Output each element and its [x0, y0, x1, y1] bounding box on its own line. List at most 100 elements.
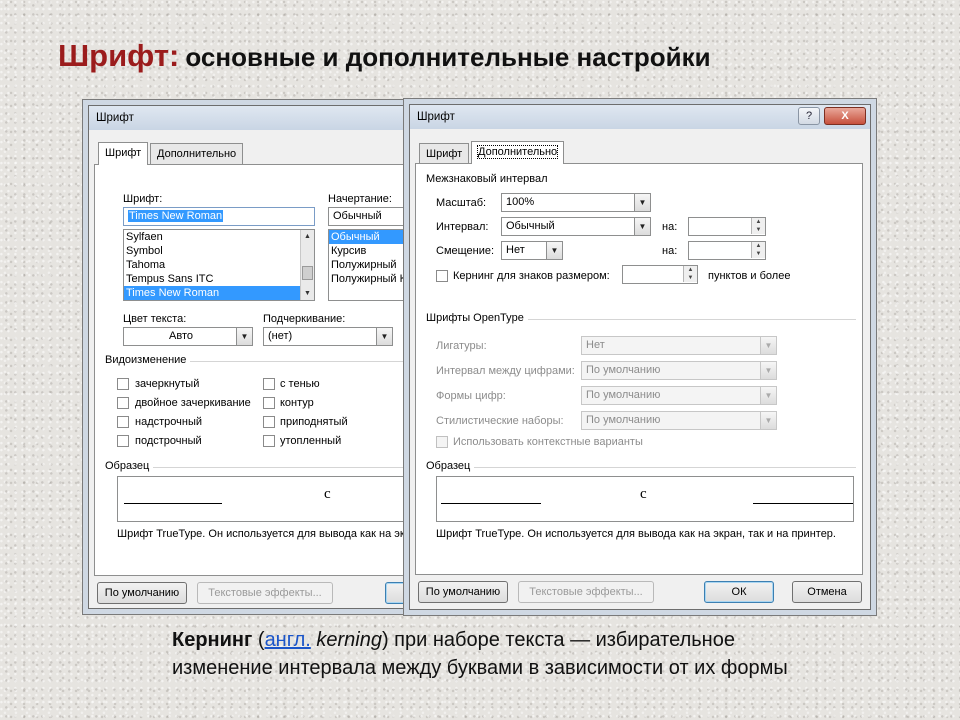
tab-font[interactable]: Шрифт: [98, 142, 149, 165]
shadow-label: с тенью: [280, 378, 320, 390]
superscript-checkbox[interactable]: [117, 416, 129, 428]
engrave-checkbox[interactable]: [263, 435, 275, 447]
underline-dropdown[interactable]: (нет) ▼: [263, 327, 393, 346]
style-list-item-selected[interactable]: Обычный: [329, 230, 417, 244]
slide-title-main: Шрифт:: [58, 38, 180, 73]
font-list-scrollbar[interactable]: ▲ ▼: [300, 230, 314, 300]
font-listbox[interactable]: Sylfaen Symbol Tahoma Tempus Sans ITC Ti…: [123, 229, 315, 301]
font-list-item[interactable]: Tahoma: [124, 258, 314, 272]
kerning-suffix-label: пунктов и более: [708, 270, 791, 282]
sample-preview: c: [117, 476, 417, 522]
outline-label: контур: [280, 397, 314, 409]
set-default-button[interactable]: По умолчанию: [97, 582, 187, 604]
spin-up-icon[interactable]: ▲: [683, 266, 697, 274]
kerning-label: Кернинг для знаков размером:: [453, 270, 610, 282]
close-button[interactable]: X: [824, 107, 866, 125]
paren-open: (: [252, 629, 265, 651]
double-strikethrough-label: двойное зачеркивание: [135, 397, 251, 409]
set-default-button[interactable]: По умолчанию: [418, 581, 508, 603]
style-listbox[interactable]: Обычный Курсив Полужирный Полужирный К: [328, 229, 417, 301]
text-effects-button[interactable]: Текстовые эффекты...: [197, 582, 333, 604]
interval-by-spinner[interactable]: ▲ ▼: [688, 217, 766, 236]
tab-advanced[interactable]: Дополнительно: [471, 141, 565, 164]
chevron-down-icon: ▼: [634, 194, 650, 211]
font-list-item[interactable]: Tempus Sans ITC: [124, 272, 314, 286]
spin-down-icon[interactable]: ▼: [751, 250, 765, 258]
emboss-label: приподнятый: [280, 416, 348, 428]
sample-section-label: Образец: [105, 460, 154, 472]
kerning-definition: Кернинг (англ. kerning) при наборе текст…: [172, 626, 788, 682]
scroll-up-icon[interactable]: ▲: [301, 230, 314, 243]
tab-advanced[interactable]: Дополнительно: [150, 143, 244, 164]
chevron-down-icon: ▼: [760, 362, 776, 379]
offset-by-label: на:: [662, 245, 678, 257]
sample-note: Шрифт TrueType. Он используется для выво…: [117, 528, 411, 540]
shadow-checkbox[interactable]: [263, 378, 275, 390]
number-spacing-dropdown[interactable]: По умолчанию ▼: [581, 361, 777, 380]
language-link[interactable]: англ.: [265, 629, 311, 651]
offset-by-spinner[interactable]: ▲ ▼: [688, 241, 766, 260]
kerning-size-spinner[interactable]: ▲ ▼: [622, 265, 698, 284]
scroll-thumb[interactable]: [302, 266, 313, 280]
dialog-titlebar: Шрифт: [89, 106, 417, 130]
chevron-down-icon: ▼: [546, 242, 562, 259]
definition-term: Кернинг: [172, 629, 253, 651]
font-dialog-front: Шрифт ? X Шрифт Дополнительно Межзнаковы…: [409, 104, 871, 610]
sample-text: c: [640, 486, 647, 502]
ligatures-label: Лигатуры:: [436, 340, 487, 352]
spin-down-icon[interactable]: ▼: [751, 226, 765, 234]
chevron-down-icon: ▼: [760, 412, 776, 429]
outline-checkbox[interactable]: [263, 397, 275, 409]
subscript-checkbox[interactable]: [117, 435, 129, 447]
font-color-dropdown[interactable]: Авто ▼: [123, 327, 253, 346]
chevron-down-icon: ▼: [760, 387, 776, 404]
style-list-item[interactable]: Полужирный: [329, 258, 417, 272]
font-name-input[interactable]: Times New Roman: [123, 207, 315, 226]
scale-dropdown[interactable]: 100% ▼: [501, 193, 651, 212]
chevron-down-icon: ▼: [236, 328, 252, 345]
strikethrough-label: зачеркнутый: [135, 378, 200, 390]
sample-text: c: [324, 486, 331, 502]
tab-font[interactable]: Шрифт: [419, 143, 470, 164]
opentype-section-label: Шрифты OpenType: [426, 312, 528, 324]
contextual-alternates-checkbox[interactable]: [436, 436, 448, 448]
ligatures-dropdown[interactable]: Нет ▼: [581, 336, 777, 355]
style-input[interactable]: Обычный: [328, 207, 417, 226]
spacing-section-label: Межзнаковый интервал: [426, 173, 548, 185]
ok-button[interactable]: ОК: [704, 581, 774, 603]
font-color-label: Цвет текста:: [123, 313, 187, 325]
sample-baseline-right: [753, 503, 853, 504]
stylistic-sets-dropdown[interactable]: По умолчанию ▼: [581, 411, 777, 430]
offset-dropdown[interactable]: Нет ▼: [501, 241, 563, 260]
help-button[interactable]: ?: [798, 107, 820, 125]
strikethrough-checkbox[interactable]: [117, 378, 129, 390]
font-list-item[interactable]: Symbol: [124, 244, 314, 258]
sample-separator: [426, 467, 856, 468]
number-forms-dropdown[interactable]: По умолчанию ▼: [581, 386, 777, 405]
double-strikethrough-checkbox[interactable]: [117, 397, 129, 409]
spin-down-icon[interactable]: ▼: [683, 274, 697, 282]
contextual-alternates-label: Использовать контекстные варианты: [453, 436, 643, 448]
kerning-checkbox[interactable]: [436, 270, 448, 282]
sample-baseline: [124, 503, 222, 504]
font-dialog-back: Шрифт Шрифт Дополнительно Шрифт: Times N…: [88, 105, 418, 609]
style-label: Начертание:: [328, 193, 392, 205]
sample-note: Шрифт TrueType. Он используется для выво…: [436, 528, 836, 540]
effects-section-label: Видоизменение: [105, 354, 191, 366]
spin-up-icon[interactable]: ▲: [751, 218, 765, 226]
cancel-button[interactable]: Отмена: [792, 581, 862, 603]
font-list-item[interactable]: Sylfaen: [124, 230, 314, 244]
font-list-item-selected[interactable]: Times New Roman: [124, 286, 314, 300]
scroll-down-icon[interactable]: ▼: [301, 287, 314, 300]
style-list-item[interactable]: Полужирный К: [329, 272, 417, 286]
emboss-checkbox[interactable]: [263, 416, 275, 428]
offset-label: Смещение:: [436, 245, 495, 257]
english-term: kerning: [310, 629, 382, 651]
text-effects-button[interactable]: Текстовые эффекты...: [518, 581, 654, 603]
number-spacing-label: Интервал между цифрами:: [436, 365, 575, 377]
spin-up-icon[interactable]: ▲: [751, 242, 765, 250]
number-forms-label: Формы цифр:: [436, 390, 506, 402]
sample-preview: c: [436, 476, 854, 522]
interval-dropdown[interactable]: Обычный ▼: [501, 217, 651, 236]
style-list-item[interactable]: Курсив: [329, 244, 417, 258]
